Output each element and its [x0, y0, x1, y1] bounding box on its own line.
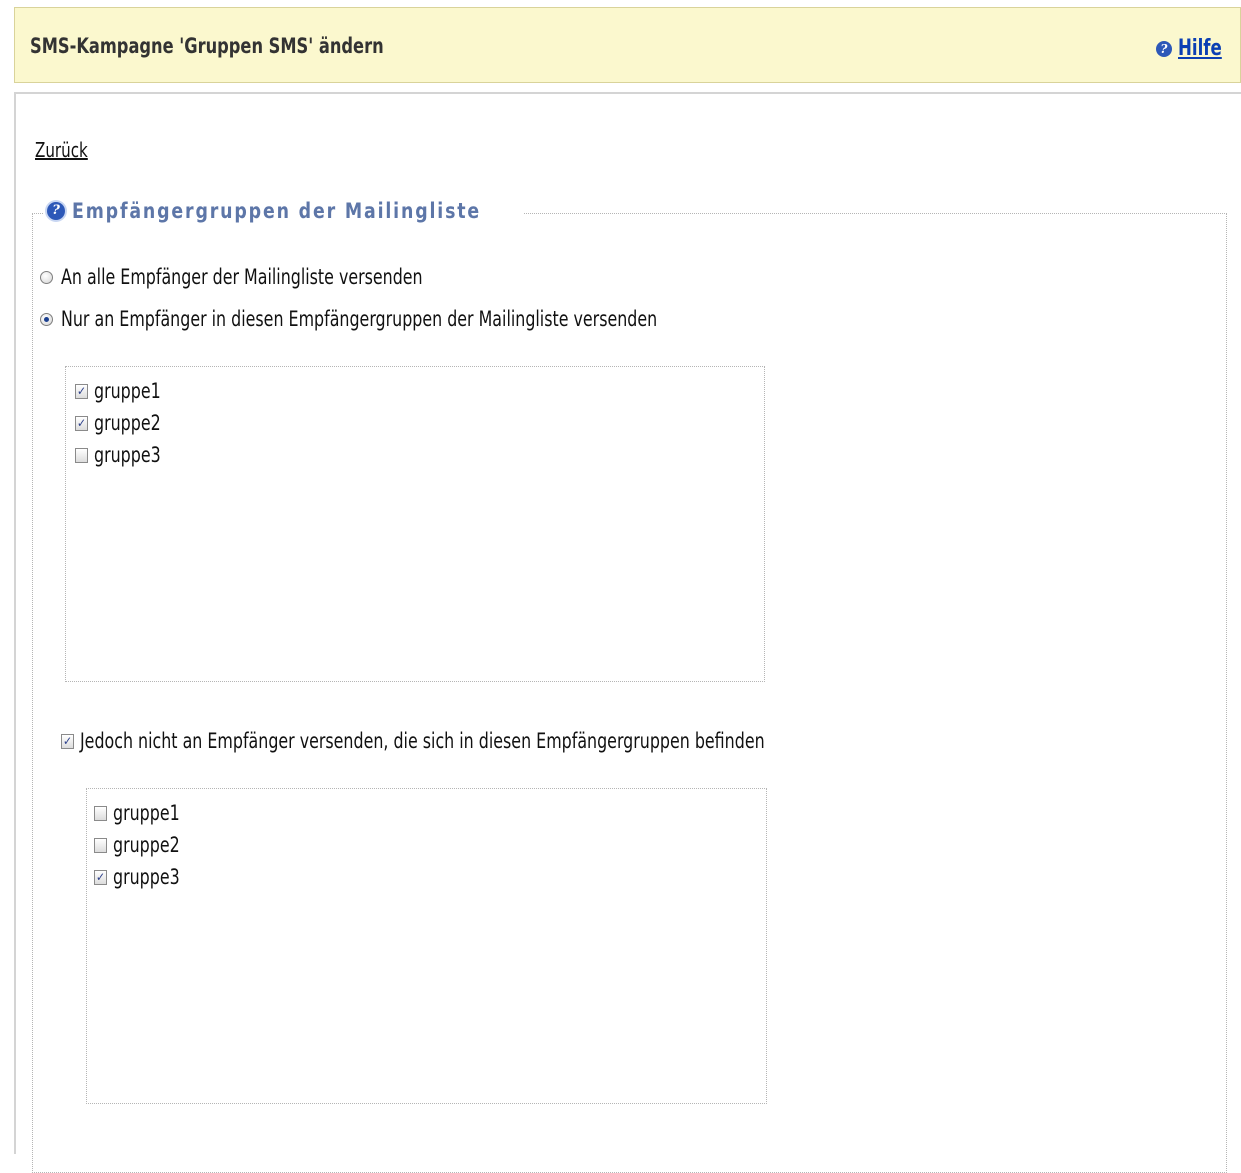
help-link-group[interactable]: ? Hilfe [1155, 36, 1230, 61]
page-header: SMS-Kampagne 'Gruppen SMS' ändern ? Hilf… [14, 7, 1241, 83]
exclude-groups-label[interactable]: Jedoch nicht an Empfänger versenden, die… [80, 729, 765, 753]
legend-title: Empfängergruppen der Mailingliste [72, 199, 482, 223]
include-group-3-label[interactable]: gruppe3 [94, 443, 161, 467]
include-groups-list[interactable]: gruppe1 gruppe2 gruppe3 [65, 366, 765, 682]
help-icon[interactable]: ? [47, 202, 65, 220]
exclude-group-1-label[interactable]: gruppe1 [113, 801, 180, 825]
back-link[interactable]: Zurück [35, 138, 88, 162]
exclude-groups-toggle[interactable]: Jedoch nicht an Empfänger versenden, die… [61, 729, 895, 753]
fieldset-legend: ? Empfängergruppen der Mailingliste [44, 199, 523, 223]
help-icon[interactable]: ? [1155, 40, 1172, 57]
radio-selected-groups[interactable]: Nur an Empfänger in diesen Empfängergrup… [40, 307, 771, 331]
include-group-2-checkbox[interactable] [75, 415, 88, 431]
help-link[interactable]: Hilfe [1178, 36, 1222, 61]
list-item[interactable]: gruppe1 [75, 379, 173, 403]
radio-groups-button[interactable] [40, 312, 53, 326]
exclude-group-3-checkbox[interactable] [94, 869, 107, 885]
radio-all-label[interactable]: An alle Empfänger der Mailingliste verse… [61, 265, 423, 289]
radio-groups-label[interactable]: Nur an Empfänger in diesen Empfängergrup… [61, 307, 657, 331]
list-item[interactable]: gruppe2 [94, 833, 192, 857]
exclude-group-3-label[interactable]: gruppe3 [113, 865, 180, 889]
exclude-group-1-checkbox[interactable] [94, 805, 107, 821]
include-group-1-label[interactable]: gruppe1 [94, 379, 161, 403]
include-group-2-label[interactable]: gruppe2 [94, 411, 161, 435]
list-item[interactable]: gruppe2 [75, 411, 173, 435]
include-group-1-checkbox[interactable] [75, 383, 88, 399]
radio-all-recipients[interactable]: An alle Empfänger der Mailingliste verse… [40, 265, 492, 289]
exclude-group-2-label[interactable]: gruppe2 [113, 833, 180, 857]
exclude-groups-checkbox[interactable] [61, 733, 74, 749]
radio-all-button[interactable] [40, 270, 53, 284]
exclude-group-2-checkbox[interactable] [94, 837, 107, 853]
list-item[interactable]: gruppe3 [94, 865, 192, 889]
page-title: SMS-Kampagne 'Gruppen SMS' ändern [30, 34, 384, 58]
include-group-3-checkbox[interactable] [75, 447, 88, 463]
list-item[interactable]: gruppe1 [94, 801, 192, 825]
exclude-groups-list[interactable]: gruppe1 gruppe2 gruppe3 [86, 788, 767, 1104]
list-item[interactable]: gruppe3 [75, 443, 173, 467]
